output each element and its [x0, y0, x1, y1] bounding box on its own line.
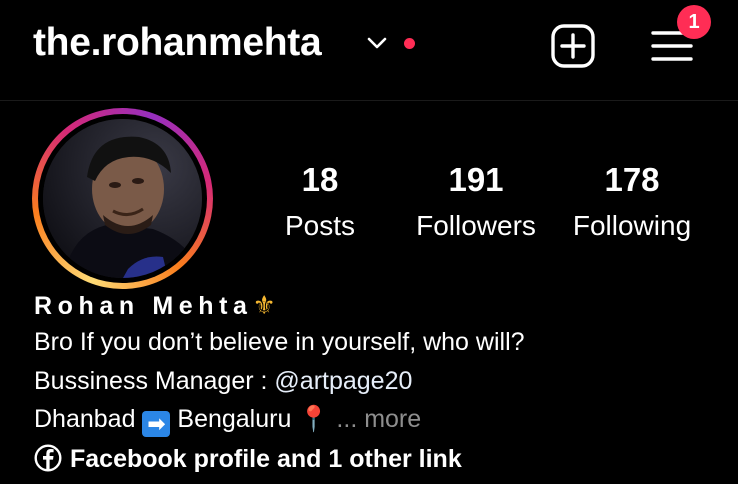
- mention-link[interactable]: @artpage20: [274, 367, 412, 395]
- bio-line: Bussiness Manager : @artpage20: [34, 364, 412, 398]
- display-name-text: Rohan Mehta: [34, 292, 253, 320]
- notification-badge[interactable]: 1: [677, 5, 711, 39]
- bio-line: Bro If you don’t believe in yourself, wh…: [34, 328, 525, 356]
- following-stat[interactable]: 178 Following: [557, 158, 707, 246]
- pin-emoji: 📍: [298, 405, 330, 433]
- profile-links[interactable]: Facebook profile and 1 other link: [34, 442, 462, 476]
- facebook-icon: [34, 444, 62, 472]
- display-name: Rohan Mehta⚜: [34, 289, 276, 322]
- bio-business-label: Bussiness Manager :: [34, 367, 275, 395]
- more-button[interactable]: ... more: [336, 405, 421, 433]
- bio-from-city: Dhanbad: [34, 405, 136, 433]
- bio-to-city: Bengaluru: [177, 405, 292, 433]
- links-text: Facebook profile and 1 other link: [70, 445, 462, 473]
- followers-stat[interactable]: 191 Followers: [401, 158, 551, 246]
- posts-count: 18: [301, 161, 339, 198]
- avatar-frame: [38, 114, 207, 283]
- new-post-icon[interactable]: [550, 23, 596, 69]
- profile-header: the.rohanmehta 1: [0, 0, 738, 101]
- following-count: 178: [604, 161, 660, 198]
- posts-label: Posts: [284, 210, 356, 241]
- unread-dot: [404, 38, 415, 49]
- avatar[interactable]: [43, 119, 202, 278]
- bio-line: Dhanbad ➡ Bengaluru 📍 ... more: [34, 402, 421, 437]
- right-arrow-emoji: ➡: [142, 411, 171, 437]
- username-switcher[interactable]: the.rohanmehta: [33, 20, 322, 66]
- followers-count: 191: [448, 161, 504, 198]
- fleur-de-lis-emoji: ⚜: [252, 290, 276, 320]
- posts-stat[interactable]: 18 Posts: [245, 158, 395, 246]
- following-label: Following: [572, 210, 692, 241]
- chevron-down-icon[interactable]: [366, 36, 388, 50]
- avatar-photo: [43, 119, 202, 278]
- followers-label: Followers: [416, 210, 536, 241]
- story-ring[interactable]: [32, 108, 213, 289]
